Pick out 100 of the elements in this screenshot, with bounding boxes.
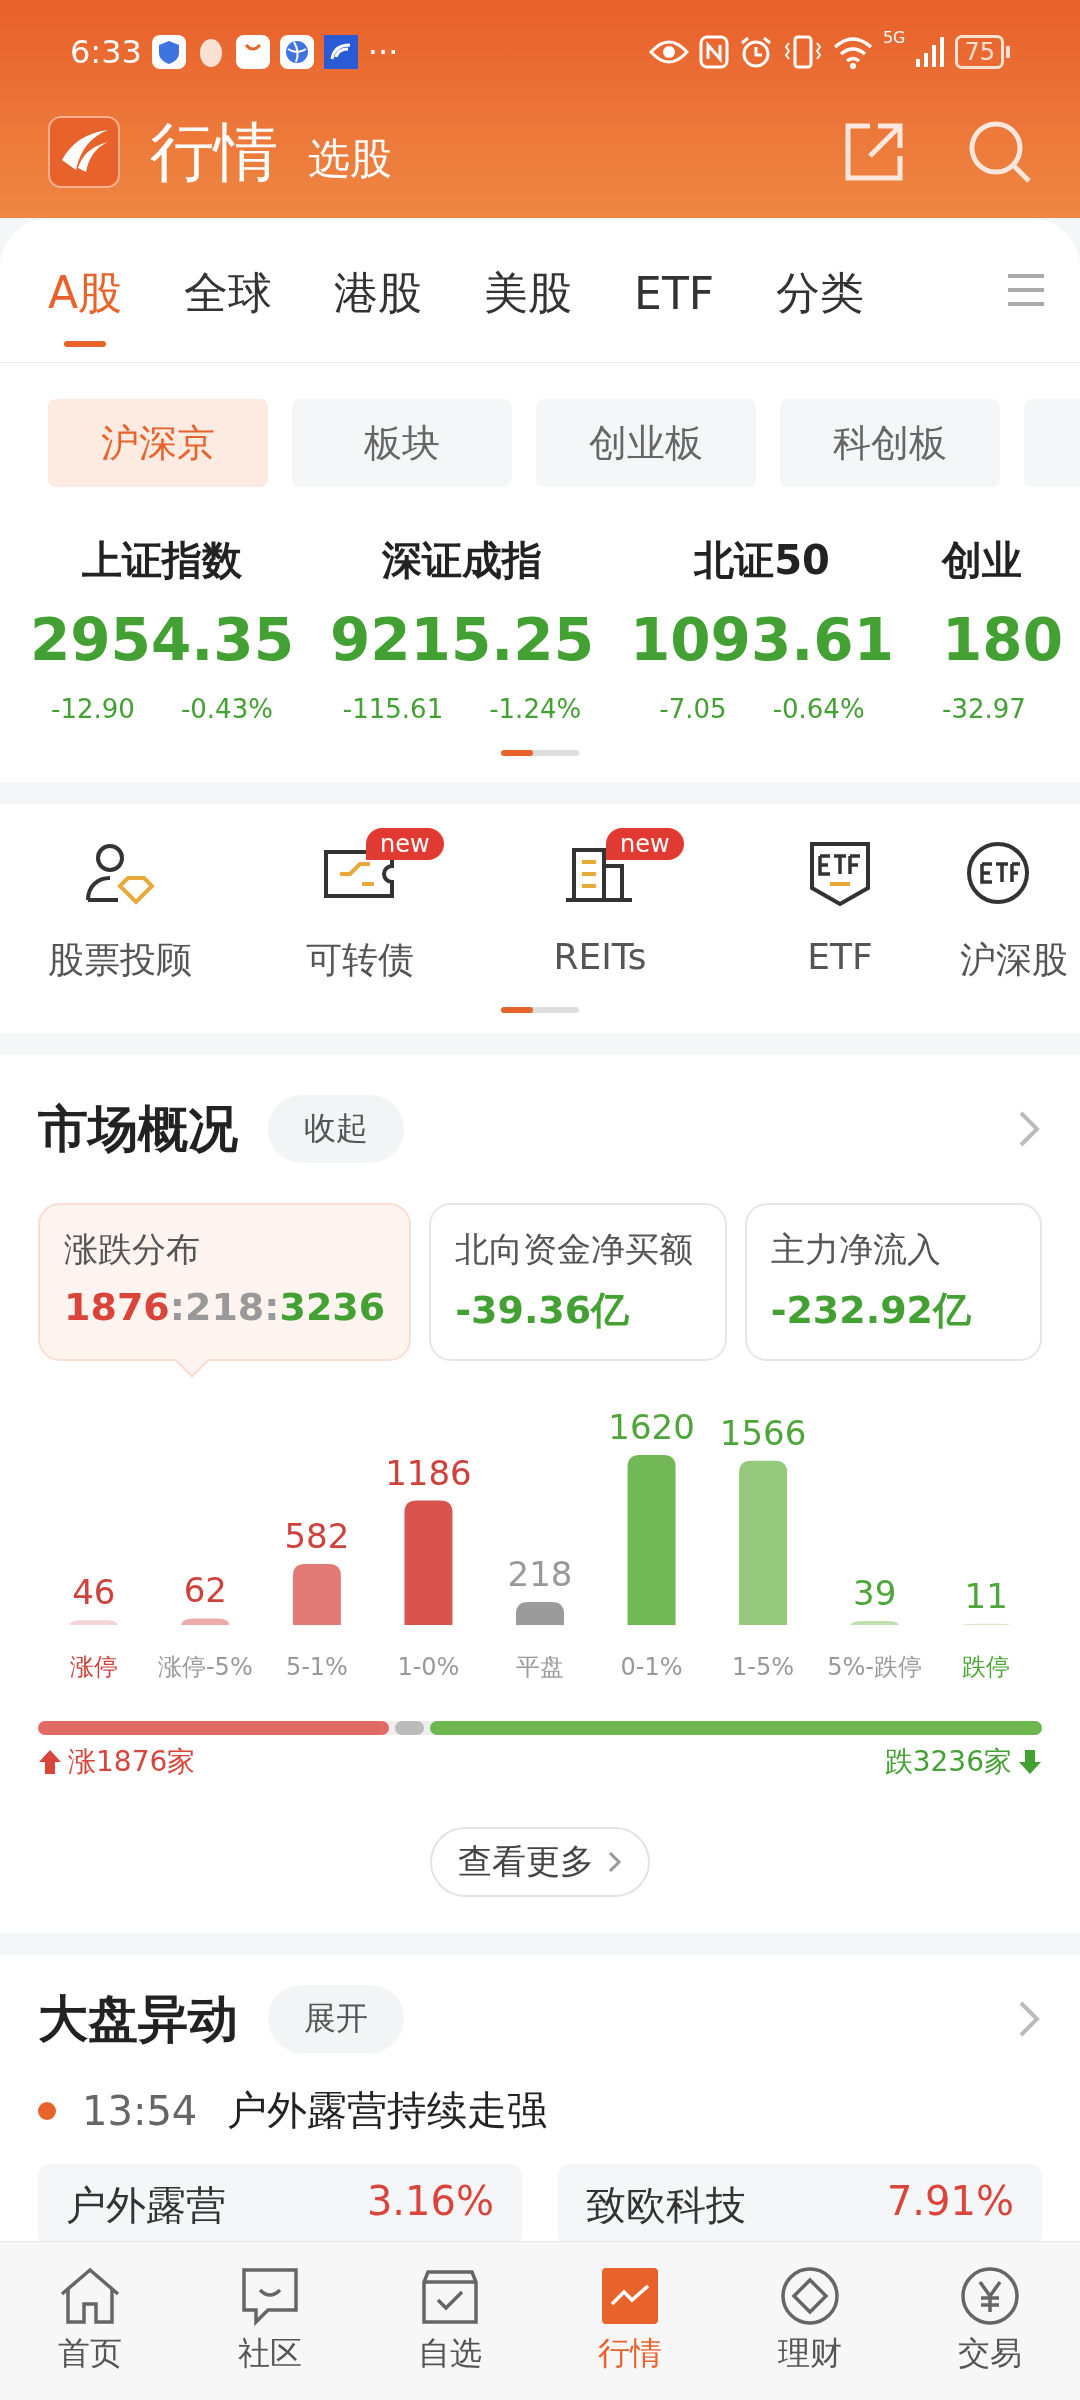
bar-value-label: 1566 [719, 1412, 807, 1453]
view-more-button[interactable]: 查看更多 [430, 1827, 650, 1897]
index-change: -12.90 [51, 694, 135, 724]
index-value: 180 [942, 606, 1064, 674]
expand-button[interactable]: 展开 [268, 1985, 404, 2053]
market-tab[interactable]: 全球 [184, 233, 273, 347]
status-time: 6:33 [70, 33, 142, 71]
collapse-button[interactable]: 收起 [268, 1095, 404, 1163]
shortcut-label[interactable]: REITs [553, 936, 647, 977]
shortcut-label[interactable]: ETF [807, 936, 873, 977]
signal-icon [915, 35, 946, 69]
app-logo-icon [323, 35, 358, 69]
card-name: 致欧科技 [586, 2181, 746, 2230]
index-value: 1093.61 [629, 606, 895, 674]
index-percent: -0.64% [772, 694, 865, 724]
shortcut-label[interactable]: 股票投顾 [48, 936, 192, 985]
event-time: 13:54 [82, 2087, 198, 2134]
index-name: 上证指数 [82, 536, 242, 585]
bar-value-label: 582 [284, 1515, 350, 1556]
network-type: 5G [882, 28, 906, 47]
market-chip[interactable]: 科创板 [780, 399, 1000, 487]
share-icon[interactable] [844, 122, 904, 182]
chevron-right-icon[interactable] [1018, 1110, 1042, 1148]
stat-title: 涨跌分布 [64, 1228, 201, 1271]
bar-category-label: 平盘 [516, 1653, 564, 1681]
market-tab[interactable]: 港股 [334, 233, 423, 347]
app-logo-icon[interactable] [48, 116, 120, 188]
nfc-icon [698, 35, 729, 69]
falling-count: 跌3236家 [884, 1744, 1012, 1780]
shortcut-label[interactable]: 可转债 [306, 936, 414, 985]
shortcut-label[interactable]: 沪深股 [960, 936, 1068, 985]
bar-value-label: 218 [507, 1554, 573, 1595]
nav-tab[interactable]: 首页 [0, 2242, 180, 2400]
bullet-dot [38, 2101, 56, 2120]
distribution-bar [69, 1620, 118, 1625]
index-percent: -1.24% [489, 694, 582, 724]
bar-value-label: 46 [72, 1572, 116, 1613]
search-icon[interactable] [968, 120, 1032, 184]
move-card[interactable]: 户外露营 3.16% [38, 2164, 522, 2241]
bar-category-label: 涨停 [69, 1653, 118, 1681]
distribution-bar [181, 1618, 230, 1625]
bar-value-label: 39 [853, 1572, 897, 1613]
yen-circle-icon [958, 2266, 1022, 2326]
distribution-bar [516, 1602, 564, 1625]
chevron-right-icon[interactable] [1018, 2000, 1042, 2038]
stat-title: 北向资金净买额 [455, 1228, 695, 1271]
event-text[interactable]: 户外露营持续走强 [227, 2083, 548, 2138]
new-badge: new [366, 828, 444, 860]
market-tab[interactable]: 美股 [484, 233, 573, 347]
section-title: 市场概况 [38, 1098, 238, 1160]
ratio-segment [395, 1721, 424, 1735]
move-card[interactable]: 致欧科技 7.91% [558, 2164, 1042, 2241]
down-arrow-icon [1018, 1749, 1042, 1775]
market-chip[interactable]: 板块 [292, 399, 512, 487]
more-notifications: ··· [367, 33, 399, 71]
card-change: 3.16% [366, 2178, 494, 2226]
vibrate-icon [782, 35, 823, 69]
market-tab[interactable]: 分类 [776, 233, 865, 347]
bar-category-label: 5-1% [285, 1653, 348, 1681]
index-change: -32.97 [942, 694, 1026, 724]
card-name: 户外露营 [66, 2181, 226, 2230]
stat-value: 1876:218:3236 [64, 1285, 386, 1329]
market-tab[interactable]: ETF [634, 237, 715, 343]
battery-level: 75 [955, 35, 1004, 69]
index-name: 北证50 [694, 536, 830, 585]
bar-value-label: 11 [964, 1575, 1008, 1616]
menu-icon[interactable] [1006, 272, 1046, 308]
alarm-clock-icon [738, 35, 773, 69]
bar-value-label: 1620 [608, 1407, 695, 1447]
chevron-right-icon [608, 1851, 622, 1873]
bar-category-label: 涨停-5% [157, 1653, 253, 1681]
index-name: 深证成指 [382, 536, 542, 585]
nav-tab[interactable]: 社区 [180, 2242, 360, 2400]
nav-tab[interactable]: 理财 [720, 2242, 900, 2400]
up-arrow-icon [38, 1749, 62, 1775]
bar-category-label: 跌停 [962, 1653, 1011, 1681]
stat-value: -39.36亿 [455, 1287, 631, 1334]
index-percent: -0.43% [180, 694, 273, 724]
bar-category-label: 1-5% [732, 1653, 795, 1681]
rising-count: 涨1876家 [68, 1744, 196, 1780]
wifi-icon [832, 35, 873, 69]
stat-value: -232.92亿 [770, 1287, 973, 1334]
bar-value-label: 1186 [385, 1452, 472, 1493]
home-icon [58, 2266, 122, 2326]
section-title: 大盘异动 [38, 1988, 238, 2050]
index-change: -7.05 [659, 694, 727, 724]
market-chip[interactable]: 创业板 [536, 399, 756, 487]
index-value: 9215.25 [329, 606, 595, 674]
stat-title: 主力净流入 [770, 1228, 942, 1271]
index-name: 创业 [942, 536, 1022, 585]
index-change: -115.61 [342, 694, 444, 724]
nav-tab[interactable]: 交易 [900, 2242, 1080, 2400]
distribution-bar [850, 1620, 899, 1625]
nav-tab[interactable]: 自选 [360, 2242, 540, 2400]
shopping-bag-icon [235, 35, 270, 69]
stat-card[interactable]: 北向资金净买额 -39.36亿 [429, 1203, 727, 1361]
stat-card[interactable]: 主力净流入 -232.92亿 [744, 1203, 1042, 1361]
card-change: 7.91% [886, 2178, 1014, 2226]
globe-icon [279, 35, 314, 69]
distribution-bar [292, 1563, 341, 1625]
